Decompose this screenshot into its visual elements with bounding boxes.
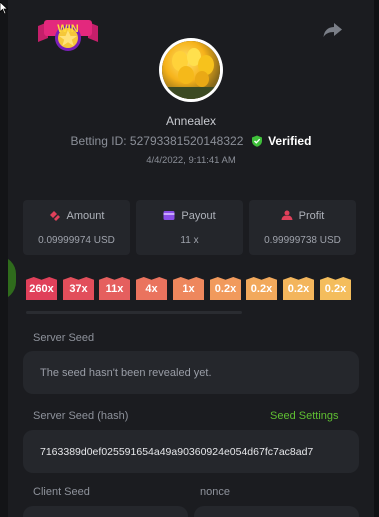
server-seed-hash-field[interactable]: 7163389d0ef025591654a49a90360924e054d67f…: [23, 430, 359, 473]
client-seed-label: Client Seed: [33, 486, 90, 498]
multiplier-chip: 260x: [26, 277, 57, 300]
share-icon[interactable]: [322, 20, 344, 40]
username: Annealex: [165, 114, 217, 128]
betting-id-value: 52793381520148322: [129, 134, 244, 148]
nonce-field[interactable]: [194, 506, 359, 517]
multiplier-chip: 0.2x: [283, 277, 314, 300]
verified-shield-icon: [251, 135, 262, 147]
nonce-label: nonce: [200, 486, 230, 498]
coins-icon: [49, 211, 60, 221]
client-seed-field[interactable]: [23, 506, 188, 517]
multiplier-chip: 4x: [136, 277, 167, 300]
bet-details-panel: WIN Annealex Betting ID: 527933815201483…: [8, 0, 374, 517]
amount-label: Amount: [66, 210, 105, 222]
multiplier-chip: 1x: [173, 277, 204, 300]
card-icon: [163, 211, 175, 220]
server-seed-field: The seed hasn't been revealed yet.: [23, 351, 359, 394]
multiplier-chip: 0.2x: [210, 277, 241, 300]
multiplier-chip: 11x: [99, 277, 130, 300]
verified-label: Verified: [268, 134, 312, 148]
payout-card: Payout 11 x: [136, 200, 243, 255]
betting-id-row: Betting ID: 52793381520148322 Verified: [8, 134, 374, 148]
payout-label: Payout: [181, 210, 216, 222]
avatar: [162, 41, 220, 99]
payout-value: 11 x: [180, 235, 199, 246]
mouse-cursor-icon: [0, 2, 8, 14]
server-seed-hash-label: Server Seed (hash): [33, 410, 129, 422]
multiplier-scrollbar[interactable]: [26, 311, 242, 314]
profit-card: Profit 0.99999738 USD: [249, 200, 356, 255]
profit-value: 0.99999738 USD: [264, 235, 341, 246]
amount-value: 0.09999974 USD: [38, 235, 115, 246]
multiplier-chip: 0.2x: [246, 277, 277, 300]
server-seed-label: Server Seed: [33, 332, 95, 344]
side-indicator: [8, 256, 16, 300]
bet-date: 4/4/2022, 9:11:41 AM: [146, 155, 236, 166]
window-edge: [374, 0, 379, 517]
amount-card: Amount 0.09999974 USD: [23, 200, 130, 255]
seed-settings-link[interactable]: Seed Settings: [270, 410, 339, 422]
betting-id-label: Betting ID:: [70, 134, 127, 148]
logo-text: WIN: [57, 23, 78, 35]
multiplier-chip: 0.2x: [320, 277, 351, 300]
money-bag-icon: [281, 210, 293, 220]
multiplier-chip: 37x: [63, 277, 94, 300]
win-logo-icon: WIN: [38, 20, 98, 51]
profit-label: Profit: [298, 210, 325, 222]
